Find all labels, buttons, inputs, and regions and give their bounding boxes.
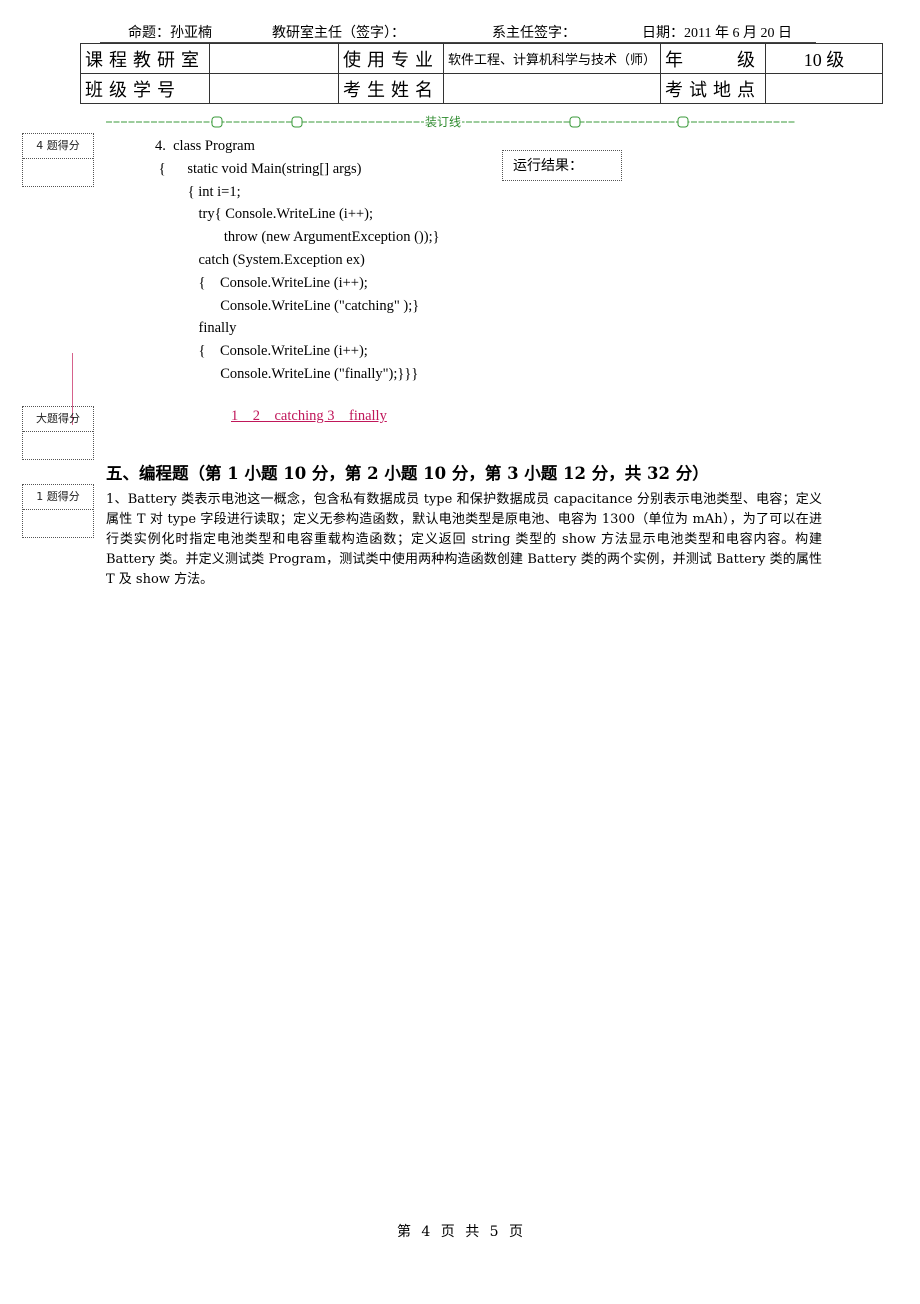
section5-question1: 1、Battery 类表示电池这一概念，包含私有数据成员 type 和保护数据成… — [106, 492, 822, 587]
code-line: { Console.WriteLine (i++); — [155, 274, 368, 291]
binding-hole-icon — [677, 116, 689, 128]
score-box-q4: 4 题得分 — [22, 133, 94, 187]
score-box-q1-label: 1 题得分 — [23, 485, 93, 510]
score-box-q4-field[interactable] — [23, 159, 93, 186]
score-box-q1-field[interactable] — [23, 510, 93, 537]
class-id-label: 班级学号 — [80, 73, 210, 104]
score-box-q1: 1 题得分 — [22, 484, 94, 538]
major-value: 软件工程、计算机科学与技术（师） — [442, 43, 662, 74]
binding-line: 装订线 — [106, 113, 796, 130]
result-label: 运行结果： — [513, 158, 583, 174]
question4-answer: 1 2 catching 3 finally — [231, 408, 387, 424]
question4-code: 4. class Program { static void Main(stri… — [155, 135, 440, 386]
signature-row: 命题：孙亚楠 教研室主任（签字）： 系主任签字： 日期：2011 年 6 月 2… — [0, 22, 920, 42]
code-line: 4. class Program — [155, 138, 255, 154]
exam-info-table: 课程教研室 使用专业 软件工程、计算机科学与技术（师） 年 级 10 级 班级学… — [80, 43, 884, 104]
binding-hole-icon — [211, 116, 223, 128]
major-label: 使用专业 — [338, 43, 444, 74]
student-name-label: 考生姓名 — [338, 73, 444, 104]
exam-location-field[interactable] — [765, 73, 884, 104]
section5-title: 五、编程题（第 1 小题 10 分，第 2 小题 10 分，第 3 小题 12 … — [106, 464, 709, 483]
binding-line-label: 装订线 — [424, 113, 463, 130]
code-line: { static void Main(string[] args) — [155, 160, 362, 177]
page-footer: 第 4 页 共 5 页 — [396, 1224, 524, 1240]
student-name-field[interactable] — [442, 73, 662, 104]
grade-label-right: 级 — [737, 49, 756, 70]
result-box: 运行结果： — [502, 150, 622, 181]
code-line: try{ Console.WriteLine (i++); — [155, 206, 374, 223]
grade-value: 10 级 — [765, 43, 884, 74]
director-signature-label: 教研室主任（签字）： — [272, 26, 405, 41]
binding-hole-icon — [569, 116, 581, 128]
score-box-section-field[interactable] — [23, 432, 93, 459]
code-line: { Console.WriteLine (i++); — [155, 343, 368, 360]
author-label: 命题：孙亚楠 — [128, 26, 212, 41]
code-line: { int i=1; — [155, 183, 241, 200]
course-dept-field[interactable] — [209, 43, 339, 74]
date-label: 日期：2011 年 6 月 20 日 — [642, 26, 792, 41]
grade-label: 年 级 — [660, 43, 767, 74]
score-box-section: 大题得分 — [22, 406, 94, 460]
code-line: finally — [155, 320, 237, 337]
code-line: Console.WriteLine ("finally");}}} — [155, 365, 419, 382]
code-line: throw (new ArgumentException ());} — [155, 229, 440, 246]
exam-location-label: 考试地点 — [660, 73, 767, 104]
code-line: catch (System.Exception ex) — [155, 251, 365, 268]
info-row-2: 班级学号 考生姓名 考试地点 — [80, 73, 884, 104]
score-box-q4-label: 4 题得分 — [23, 134, 93, 159]
code-line: Console.WriteLine ("catching" );} — [155, 297, 420, 314]
dept-head-signature-label: 系主任签字： — [492, 26, 576, 41]
class-id-field[interactable] — [209, 73, 339, 104]
info-row-1: 课程教研室 使用专业 软件工程、计算机科学与技术（师） 年 级 10 级 — [80, 43, 884, 74]
score-box-section-label: 大题得分 — [23, 407, 93, 432]
course-dept-label: 课程教研室 — [80, 43, 210, 74]
grade-label-left: 年 — [665, 49, 684, 70]
binding-hole-icon — [291, 116, 303, 128]
